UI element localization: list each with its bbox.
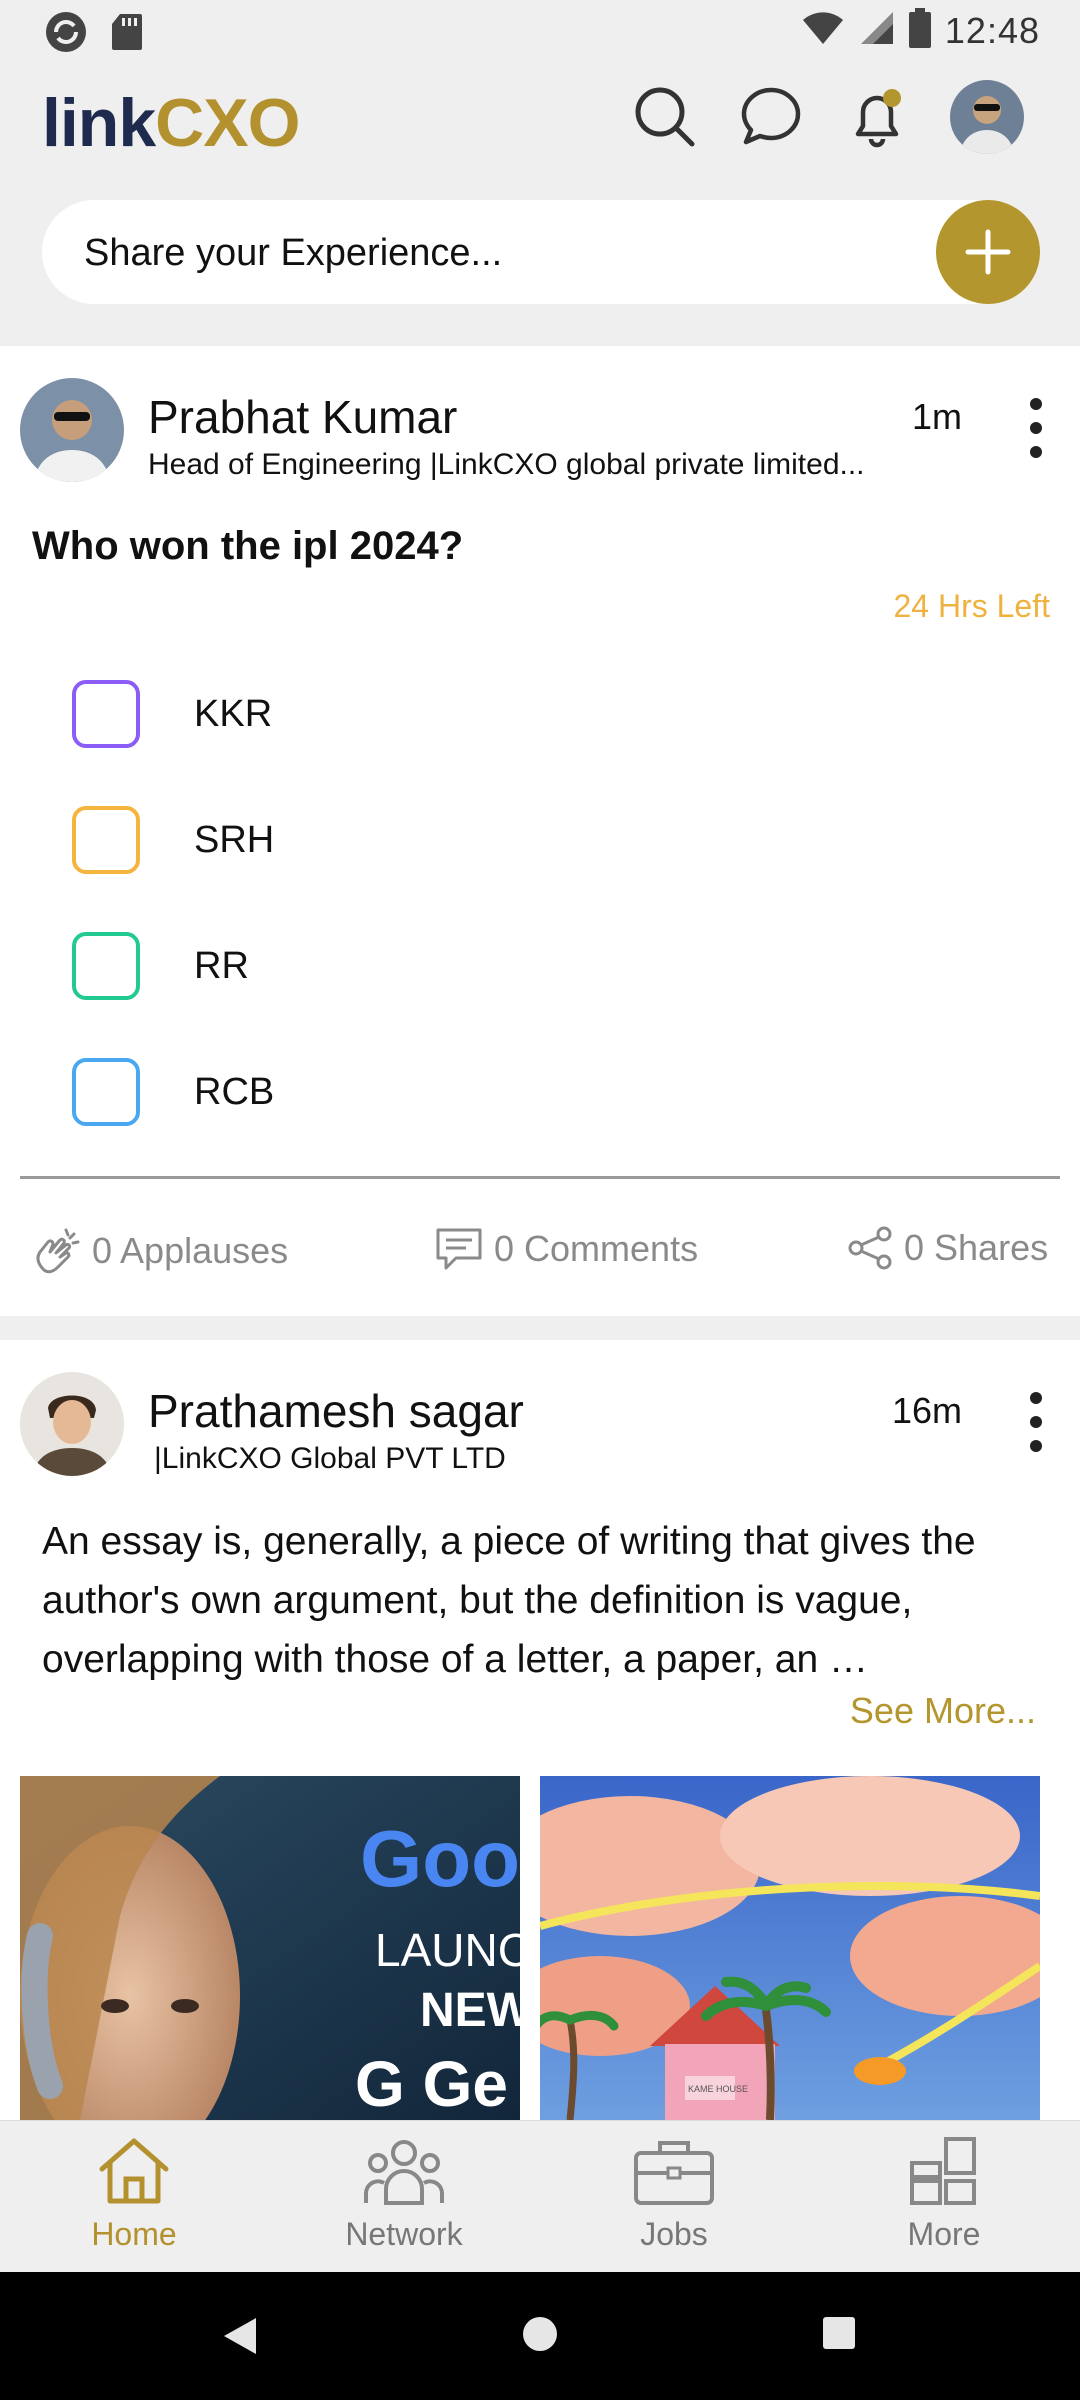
poll-post-card: Prabhat Kumar Head of Engineering |LinkC… bbox=[0, 346, 1080, 1316]
author-headline: Head of Engineering |LinkCXO global priv… bbox=[148, 448, 865, 481]
notification-bell-icon[interactable] bbox=[844, 84, 910, 150]
author-headline: |LinkCXO Global PVT LTD bbox=[154, 1442, 506, 1475]
comment-icon bbox=[436, 1228, 482, 1270]
nav-home[interactable]: Home bbox=[34, 2135, 234, 2253]
sd-card-icon bbox=[110, 12, 144, 57]
network-icon bbox=[364, 2140, 444, 2205]
more-options-icon[interactable] bbox=[1024, 398, 1048, 458]
poll-option-label: RR bbox=[194, 944, 249, 987]
profile-avatar[interactable] bbox=[950, 80, 1024, 154]
nav-home-label: Home bbox=[91, 2216, 177, 2252]
svg-text:NEW: NEW bbox=[420, 1984, 520, 2037]
nav-jobs[interactable]: Jobs bbox=[574, 2135, 774, 2253]
more-grid-icon bbox=[910, 2137, 976, 2205]
share-placeholder: Share your Experience... bbox=[84, 232, 503, 274]
poll-option[interactable]: RCB bbox=[72, 1058, 274, 1126]
nav-network-label: Network bbox=[345, 2216, 463, 2252]
post-time: 1m bbox=[911, 396, 962, 437]
linkcxo-logo[interactable]: linkCXO bbox=[42, 84, 301, 162]
comment-count: 0 Comments bbox=[494, 1228, 699, 1269]
author-name[interactable]: Prabhat Kumar bbox=[148, 390, 457, 444]
text-post-card: Prathamesh sagar |LinkCXO Global PVT LTD… bbox=[0, 1340, 1080, 2120]
back-icon[interactable] bbox=[222, 2316, 258, 2361]
poll-option[interactable]: RR bbox=[72, 932, 249, 1000]
svg-text:G Ge: G Ge bbox=[355, 2048, 508, 2120]
author-name[interactable]: Prathamesh sagar bbox=[148, 1384, 524, 1438]
app-header: linkCXO bbox=[0, 64, 1080, 174]
briefcase-icon bbox=[634, 2141, 714, 2205]
post-time: 16m bbox=[891, 1390, 962, 1431]
system-navigation-bar bbox=[0, 2272, 1080, 2400]
checkbox-icon[interactable] bbox=[72, 932, 140, 1000]
cell-signal-icon bbox=[859, 10, 895, 51]
nav-more[interactable]: More bbox=[844, 2135, 1044, 2253]
poll-option-label: KKR bbox=[194, 692, 273, 735]
nav-more-label: More bbox=[907, 2216, 981, 2252]
status-bar: 12:48 bbox=[0, 0, 1080, 64]
svg-text:Goo: Goo bbox=[360, 1814, 520, 1903]
poll-option-label: RCB bbox=[194, 1070, 275, 1113]
checkbox-icon[interactable] bbox=[72, 806, 140, 874]
divider bbox=[20, 1176, 1060, 1179]
plus-icon bbox=[965, 229, 1011, 275]
applause-count: 0 Applauses bbox=[92, 1230, 289, 1271]
comment-button[interactable]: 0 Comments bbox=[434, 1226, 698, 1272]
battery-icon bbox=[908, 8, 931, 53]
share-experience-input[interactable]: Share your Experience... bbox=[42, 200, 1040, 304]
post-body-text: An essay is, generally, a piece of writi… bbox=[42, 1520, 976, 1681]
svg-text:LAUNC: LAUNC bbox=[375, 1924, 520, 1976]
home-icon bbox=[99, 2138, 169, 2204]
checkbox-icon[interactable] bbox=[72, 680, 140, 748]
more-options-icon[interactable] bbox=[1024, 1392, 1048, 1452]
poll-option[interactable]: SRH bbox=[72, 806, 274, 874]
bottom-navigation: Home Network Jobs More bbox=[0, 2120, 1080, 2272]
nav-jobs-label: Jobs bbox=[640, 2216, 708, 2252]
status-time: 12:48 bbox=[944, 9, 1040, 51]
post-image-kame-house[interactable]: KAME HOUSE bbox=[540, 1776, 1040, 2120]
applause-icon bbox=[36, 1228, 80, 1274]
svg-text:KAME HOUSE: KAME HOUSE bbox=[688, 2084, 748, 2094]
recents-icon[interactable] bbox=[822, 2316, 856, 2355]
share-count: 0 Shares bbox=[904, 1227, 1049, 1268]
poll-option-label: SRH bbox=[194, 818, 275, 861]
add-post-button[interactable] bbox=[936, 200, 1040, 304]
share-icon bbox=[848, 1226, 892, 1270]
poll-option[interactable]: KKR bbox=[72, 680, 272, 748]
search-icon[interactable] bbox=[632, 84, 698, 150]
nav-network[interactable]: Network bbox=[304, 2135, 504, 2253]
home-circle-icon[interactable] bbox=[522, 2316, 558, 2357]
post-actions: 0 Applauses 0 Comments 0 Shares bbox=[0, 1226, 1080, 1286]
author-avatar[interactable] bbox=[20, 378, 124, 482]
applause-button[interactable]: 0 Applauses bbox=[32, 1226, 288, 1276]
post-image-google-launch[interactable]: Goo LAUNC NEW G Ge bbox=[20, 1776, 520, 2120]
author-avatar[interactable] bbox=[20, 1372, 124, 1476]
poll-time-left: 24 Hrs Left bbox=[893, 588, 1050, 624]
share-button[interactable]: 0 Shares bbox=[846, 1226, 1048, 1270]
poll-question: Who won the ipl 2024? bbox=[32, 524, 464, 568]
checkbox-icon[interactable] bbox=[72, 1058, 140, 1126]
chat-icon[interactable] bbox=[738, 84, 804, 150]
sync-icon bbox=[44, 10, 88, 59]
wifi-icon bbox=[801, 10, 845, 51]
see-more-link[interactable]: See More... bbox=[850, 1690, 1036, 1732]
